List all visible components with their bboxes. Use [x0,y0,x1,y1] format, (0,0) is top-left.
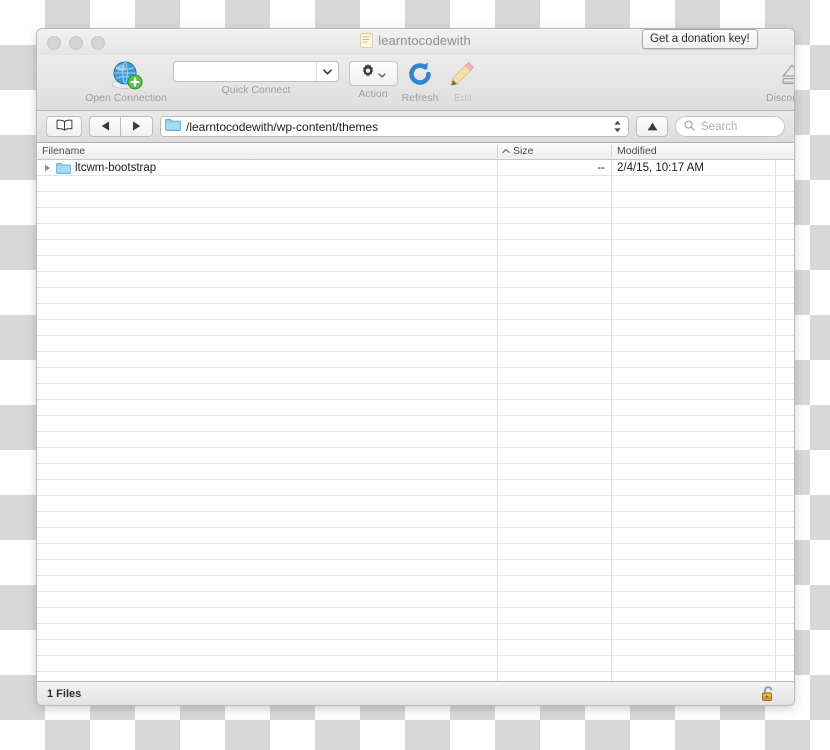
empty-row[interactable] [37,384,794,400]
column-header-modified[interactable]: Modified [611,145,776,157]
empty-row[interactable] [37,352,794,368]
empty-row[interactable] [37,192,794,208]
close-button[interactable] [47,36,61,50]
stepper-updown-icon[interactable] [611,118,624,135]
file-modified-cell: 2/4/15, 10:17 AM [617,161,704,174]
empty-row[interactable] [37,496,794,512]
search-field[interactable] [675,116,785,137]
gear-icon [361,64,375,83]
empty-row[interactable] [37,336,794,352]
search-input[interactable] [699,119,776,134]
path-text: /learntocodewith/wp-content/themes [186,119,379,134]
chevron-up-icon [502,145,510,157]
quick-connect-group: Quick Connect [173,61,339,96]
app-document-icon [360,33,374,48]
column-divider-end [775,160,776,681]
column-header-size-label: Size [513,145,534,157]
globe-plus-icon [110,58,143,90]
empty-row[interactable] [37,176,794,192]
empty-row[interactable] [37,432,794,448]
file-name-label: ltcwm-bootstrap [75,161,157,174]
donation-key-label: Get a donation key! [650,33,750,45]
path-combobox[interactable]: /learntocodewith/wp-content/themes [160,116,629,137]
window-title: learntocodewith [378,33,471,48]
file-rows: ltcwm-bootstrap -- 2/4/15, 10:17 AM [37,160,794,672]
book-icon [56,118,73,136]
triangle-right-icon [132,118,141,136]
toolbar: Open Connection Quick Connect Action Ref… [37,55,794,111]
quick-connect-combobox[interactable] [173,61,339,82]
navigation-bar: /learntocodewith/wp-content/themes [37,111,794,143]
open-connection-button[interactable]: Open Connection [83,58,169,104]
empty-row[interactable] [37,640,794,656]
empty-row[interactable] [37,320,794,336]
empty-row[interactable] [37,224,794,240]
empty-row[interactable] [37,256,794,272]
empty-row[interactable] [37,624,794,640]
column-header-modified-label: Modified [617,145,657,157]
chevron-down-icon[interactable] [316,62,338,81]
column-header-row: Filename Size Modified [37,143,794,160]
folder-icon [56,162,71,174]
file-count-label: 1 Files [47,687,82,700]
parent-directory-button[interactable] [636,116,668,137]
bookmarks-button[interactable] [46,116,82,137]
file-list[interactable]: ltcwm-bootstrap -- 2/4/15, 10:17 AM [37,160,794,682]
column-divider-modified [611,160,612,681]
quick-connect-input[interactable] [174,62,324,81]
empty-row[interactable] [37,528,794,544]
column-divider-size [497,160,498,681]
empty-row[interactable] [37,208,794,224]
column-header-filename-label: Filename [42,145,86,157]
empty-row[interactable] [37,544,794,560]
edit-label: Edit [453,92,473,104]
empty-row[interactable] [37,400,794,416]
empty-row[interactable] [37,240,794,256]
empty-row[interactable] [37,272,794,288]
empty-row[interactable] [37,608,794,624]
zoom-button[interactable] [91,36,105,50]
folder-icon [165,118,181,136]
history-navigation-group [89,116,153,137]
triangle-right-icon[interactable] [43,163,52,172]
edit-button[interactable]: Edit [420,58,506,104]
column-header-filename[interactable]: Filename [37,145,497,157]
padlock-icon[interactable] [760,685,776,705]
back-button[interactable] [89,116,121,137]
column-header-size[interactable]: Size [497,145,611,157]
triangle-up-icon [647,118,658,136]
empty-row[interactable] [37,560,794,576]
empty-row[interactable] [37,512,794,528]
traffic-lights [47,36,105,50]
pencil-icon [449,58,477,90]
triangle-left-icon [101,118,110,136]
empty-row[interactable] [37,448,794,464]
minimize-button[interactable] [69,36,83,50]
empty-row[interactable] [37,592,794,608]
empty-row[interactable] [37,656,794,672]
empty-row[interactable] [37,288,794,304]
empty-row[interactable] [37,304,794,320]
empty-row[interactable] [37,416,794,432]
quick-connect-label: Quick Connect [221,84,291,96]
file-name-cell[interactable]: ltcwm-bootstrap [37,162,497,174]
open-connection-label: Open Connection [85,92,167,104]
disconnect-button[interactable]: Disconnect [749,58,794,104]
empty-row[interactable] [37,464,794,480]
forward-button[interactable] [121,116,153,137]
empty-row[interactable] [37,576,794,592]
eject-icon [778,58,794,90]
status-bar: 1 Files [37,682,794,705]
cyberduck-window: learntocodewith Open Connection Quick Co… [36,28,795,706]
disconnect-label: Disconnect [766,92,794,104]
donation-key-button[interactable]: Get a donation key! [642,29,758,49]
file-size-cell: -- [597,161,605,174]
table-row[interactable]: ltcwm-bootstrap -- 2/4/15, 10:17 AM [37,160,794,176]
search-icon [684,118,695,136]
empty-row[interactable] [37,368,794,384]
empty-row[interactable] [37,480,794,496]
